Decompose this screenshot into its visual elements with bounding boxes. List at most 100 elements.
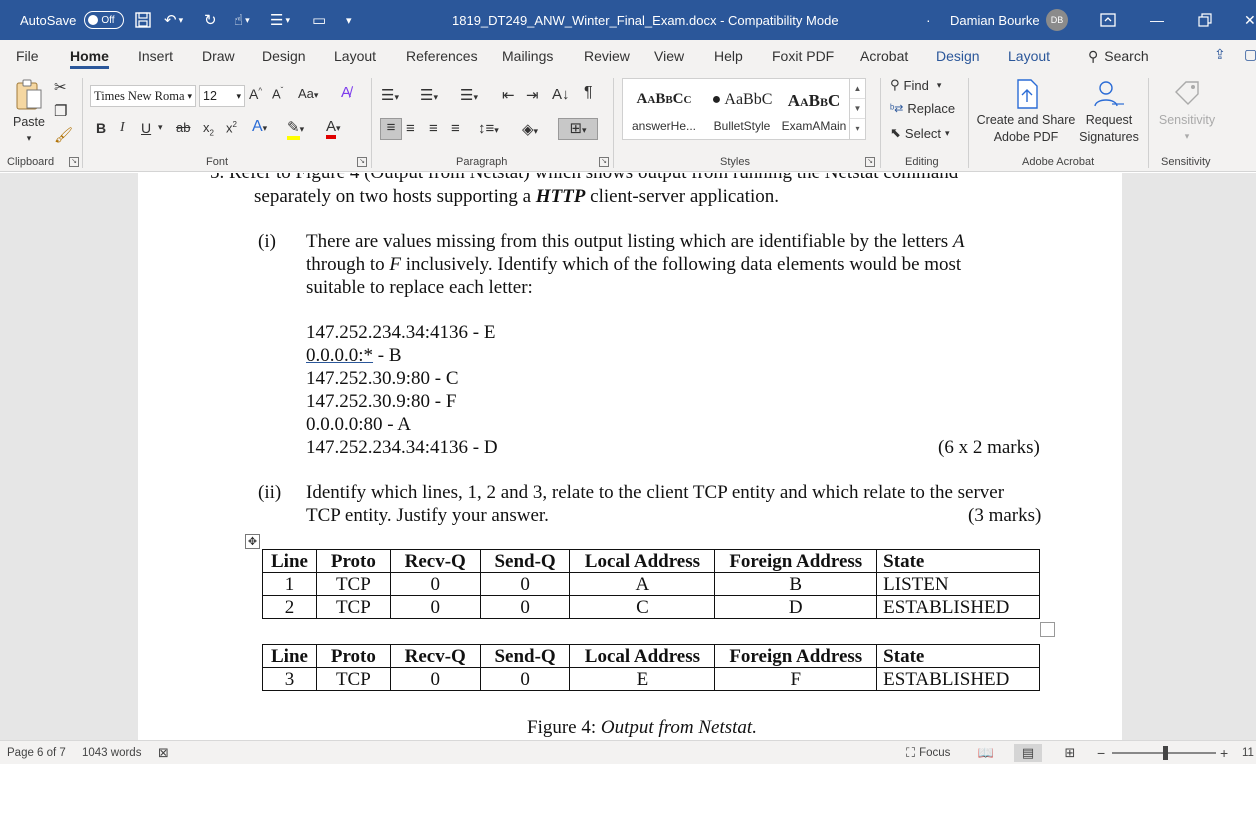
copy-icon[interactable]: ❐ — [54, 102, 67, 120]
increase-indent-icon[interactable]: ⇥ — [526, 86, 539, 104]
superscript-icon[interactable]: x2 — [226, 120, 237, 135]
read-mode-icon[interactable]: 📖 — [972, 744, 1000, 762]
request-signatures-label[interactable]: Request Signatures — [1074, 112, 1144, 146]
undo-icon[interactable]: ↶ ▾ — [164, 0, 183, 40]
align-right-icon[interactable]: ≡ — [429, 120, 438, 137]
line-spacing-icon[interactable]: ↕≡▾ — [478, 120, 499, 137]
close-icon[interactable]: ✕ — [1244, 0, 1256, 40]
focus-button[interactable]: ⛶ Focus — [906, 741, 950, 765]
tab-review[interactable]: Review — [584, 40, 630, 72]
align-left-icon[interactable]: ≡ — [380, 118, 402, 140]
font-size-box[interactable]: 12 ▾ — [199, 85, 245, 107]
strikethrough-icon[interactable]: ab — [176, 120, 190, 135]
present-icon[interactable]: ▭ — [312, 0, 326, 40]
tab-file[interactable]: File — [16, 40, 39, 72]
tab-acrobat[interactable]: Acrobat — [860, 40, 908, 72]
highlight-icon[interactable]: ✎▾ — [287, 118, 304, 140]
tab-search[interactable]: ⚲ Search — [1088, 40, 1149, 72]
italic-icon[interactable]: I — [120, 120, 125, 136]
change-case-icon[interactable]: Aa▾ — [298, 86, 318, 101]
show-marks-icon[interactable]: ¶ — [584, 84, 593, 102]
zoom-level[interactable]: 11 — [1242, 741, 1254, 765]
page-count[interactable]: Page 6 of 7 — [7, 741, 66, 765]
customize-qat-icon[interactable]: ▾ — [346, 0, 352, 40]
tab-home[interactable]: Home — [70, 40, 109, 72]
bold-icon[interactable]: B — [96, 120, 106, 136]
style-answerhe[interactable]: AaBbCc answerHe... — [625, 81, 703, 137]
tab-view[interactable]: View — [654, 40, 684, 72]
find-button[interactable]: ⚲ Find ▾ — [890, 77, 941, 93]
list-options-icon[interactable]: ☰ ▾ — [270, 0, 290, 40]
shading-icon[interactable]: ◈▾ — [522, 120, 538, 138]
paste-label[interactable]: Paste — [12, 114, 46, 131]
minimize-icon[interactable]: — — [1150, 0, 1164, 40]
decrease-indent-icon[interactable]: ⇤ — [502, 86, 515, 104]
justify-icon[interactable]: ≡ — [451, 120, 460, 137]
bullets-icon[interactable]: ☰▾ — [381, 86, 399, 104]
tab-table-design[interactable]: Design — [936, 40, 980, 72]
tab-table-layout[interactable]: Layout — [1008, 40, 1050, 72]
sort-icon[interactable]: A↓ — [552, 86, 570, 103]
proofing-icon[interactable]: ⊠ — [158, 741, 169, 765]
clear-formatting-icon[interactable]: A̸ — [341, 84, 351, 101]
borders-icon[interactable]: ⊞▾ — [558, 118, 598, 140]
paste-dropdown-icon[interactable]: ▾ — [12, 130, 46, 147]
zoom-in-icon[interactable]: + — [1220, 741, 1228, 765]
tab-draw[interactable]: Draw — [202, 40, 235, 72]
tab-layout[interactable]: Layout — [334, 40, 376, 72]
table-move-handle-icon[interactable]: ✥ — [245, 534, 260, 549]
tab-foxit-pdf[interactable]: Foxit PDF — [772, 40, 834, 72]
web-layout-icon[interactable]: ⊞ — [1056, 744, 1084, 762]
subscript-icon[interactable]: x2 — [203, 120, 214, 138]
replace-button[interactable]: ᵇ⇄ Replace — [890, 101, 955, 116]
font-name-box[interactable]: Times New Roma ▾ — [90, 85, 196, 107]
create-pdf-label[interactable]: Create and Share Adobe PDF — [976, 112, 1076, 146]
cut-icon[interactable]: ✂ — [54, 78, 67, 96]
word-count[interactable]: 1043 words — [82, 741, 141, 765]
underline-dropdown-icon[interactable]: ▾ — [158, 122, 163, 133]
table-resize-handle[interactable] — [1040, 622, 1055, 637]
styles-launcher-icon[interactable]: ↘ — [865, 157, 875, 167]
styles-scroll[interactable]: ▲ ▼ ▾ — [849, 79, 865, 139]
format-painter-icon[interactable]: 🖌 — [54, 126, 73, 144]
create-pdf-icon[interactable] — [1012, 78, 1042, 114]
autosave-control[interactable]: AutoSave Off — [20, 0, 125, 40]
comments-icon[interactable]: ▢ — [1244, 46, 1256, 66]
tab-insert[interactable]: Insert — [138, 40, 173, 72]
zoom-out-icon[interactable]: − — [1097, 741, 1105, 765]
redo-icon[interactable]: ↻ — [204, 0, 217, 40]
multilevel-list-icon[interactable]: ☰▾ — [460, 86, 478, 104]
shrink-font-icon[interactable]: Aˇ — [272, 86, 283, 101]
save-icon[interactable] — [134, 0, 152, 40]
sensitivity-label[interactable]: Sensitivity — [1154, 112, 1220, 129]
touch-mode-icon[interactable]: ☝ ▾ — [234, 0, 250, 40]
document-canvas[interactable]: 5. Refer to Figure 4 (Output from Netsta… — [0, 173, 1256, 740]
align-center-icon[interactable]: ≡ — [406, 120, 415, 137]
chevron-down-icon[interactable]: ▼ — [850, 99, 865, 119]
select-button[interactable]: ⬉ Select ▾ — [890, 125, 950, 141]
numbering-icon[interactable]: ☰▾ — [420, 86, 438, 104]
text-effects-icon[interactable]: A▾ — [252, 118, 267, 136]
restore-icon[interactable] — [1198, 0, 1212, 40]
ribbon-display-icon[interactable] — [1100, 0, 1116, 40]
user-avatar[interactable]: DB — [1046, 9, 1068, 31]
document-page[interactable]: 5. Refer to Figure 4 (Output from Netsta… — [138, 173, 1122, 740]
tab-design[interactable]: Design — [262, 40, 306, 72]
print-layout-icon[interactable]: ▤ — [1014, 744, 1042, 762]
grow-font-icon[interactable]: A^ — [249, 86, 262, 102]
clipboard-launcher-icon[interactable]: ↘ — [69, 157, 79, 167]
tab-mailings[interactable]: Mailings — [502, 40, 553, 72]
tab-help[interactable]: Help — [714, 40, 743, 72]
sensitivity-icon[interactable] — [1172, 78, 1202, 112]
autosave-toggle[interactable]: Off — [84, 11, 125, 29]
user-name[interactable]: Damian Bourke — [950, 0, 1040, 40]
chevron-up-icon[interactable]: ▲ — [850, 79, 865, 99]
zoom-slider-thumb[interactable] — [1163, 746, 1168, 760]
font-launcher-icon[interactable]: ↘ — [357, 157, 367, 167]
style-examamain[interactable]: AaBbC ExamAMain — [775, 81, 853, 137]
share-icon[interactable]: ⇪ — [1214, 46, 1234, 66]
more-styles-icon[interactable]: ▾ — [850, 119, 865, 139]
underline-icon[interactable]: U — [141, 120, 151, 136]
tab-references[interactable]: References — [406, 40, 478, 72]
spellcheck-underlined-text[interactable]: 0.0.0.0:* — [306, 345, 373, 366]
